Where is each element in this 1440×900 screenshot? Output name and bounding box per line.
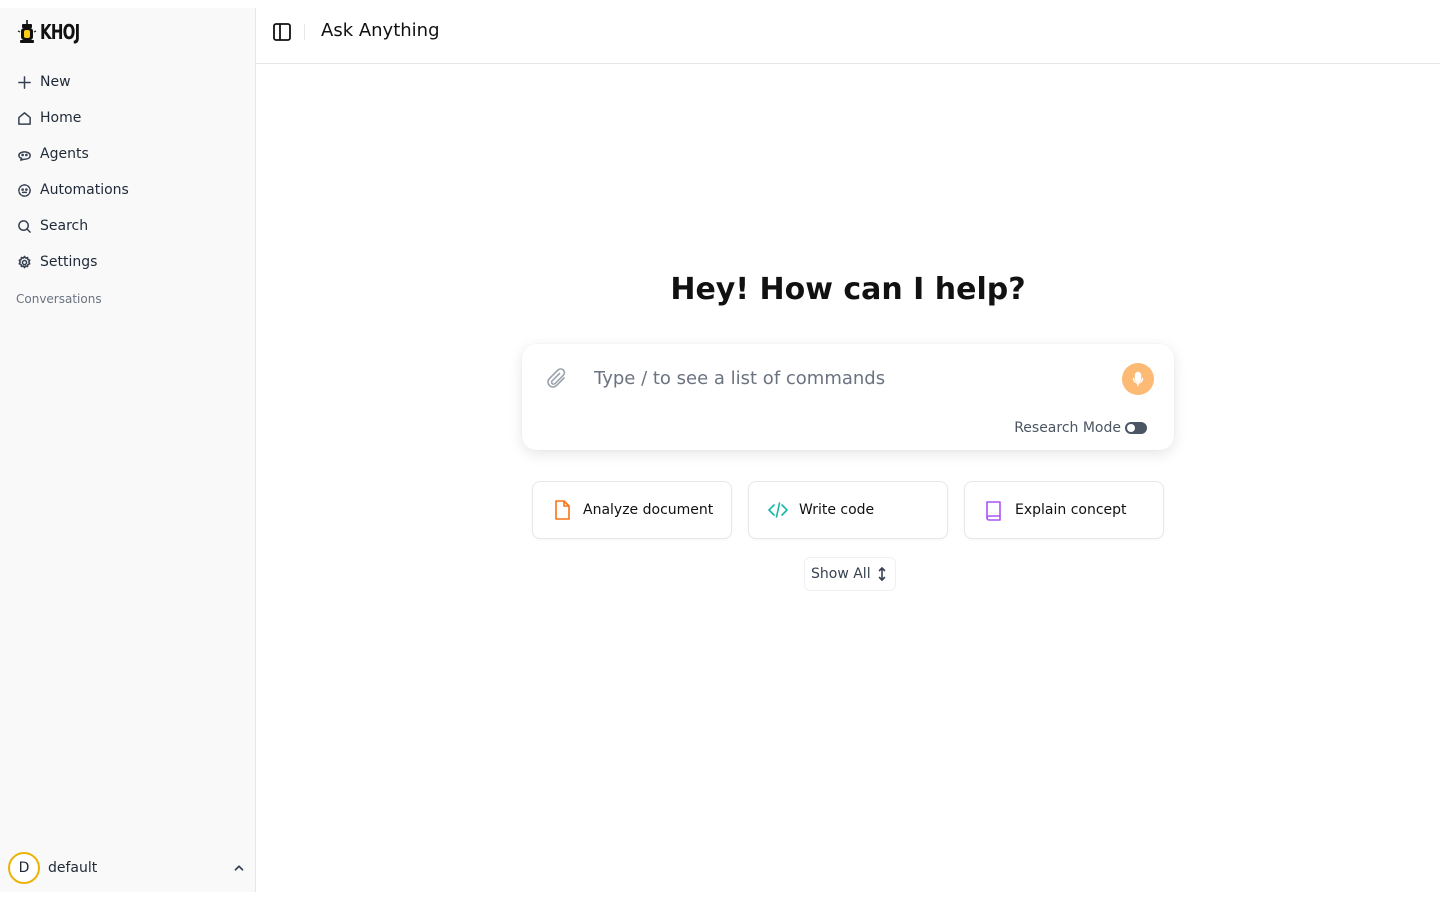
sidebar-item-search[interactable]: Search [0,208,255,244]
user-menu[interactable]: D default [8,852,248,884]
sidebar-item-settings[interactable]: Settings [0,244,255,280]
logo[interactable]: KHOJ [16,18,93,46]
sidebar-item-label: Settings [40,254,98,270]
chevron-up-icon[interactable] [232,860,248,876]
sidebar: KHOJ New Home Agents Automations Search … [0,8,256,892]
chat-input-box: Research Mode [522,344,1174,450]
sidebar-item-automations[interactable]: Automations [0,172,255,208]
greeting-heading: Hey! How can I help? [670,272,1026,307]
conversations-label: Conversations [16,292,102,306]
suggestion-write-code[interactable]: Write code [748,481,948,539]
sidebar-item-label: Agents [40,146,89,162]
research-mode: Research Mode [1014,420,1147,436]
suggestion-label: Write code [799,502,875,518]
automation-icon [16,182,32,198]
header: Ask Anything [256,0,1440,64]
research-mode-label: Research Mode [1014,420,1121,436]
expand-vertical-icon [878,567,885,581]
sidebar-toggle-icon[interactable] [272,22,292,42]
chat-input[interactable] [594,362,1114,394]
document-icon [551,499,573,521]
show-all-label: Show All [811,566,871,582]
suggestion-cards: Analyze document Write code Explain conc… [532,481,1164,539]
user-name: default [48,860,98,876]
header-divider [304,24,305,40]
suggestion-explain-concept[interactable]: Explain concept [964,481,1164,539]
main-content: Hey! How can I help? Research Mode Analy… [256,64,1440,900]
avatar: D [8,852,40,884]
suggestion-label: Analyze document [583,502,714,518]
gear-icon [16,254,32,270]
sidebar-item-label: New [40,74,71,90]
home-icon [16,110,32,126]
search-icon [16,218,32,234]
paperclip-icon[interactable] [544,366,570,392]
suggestion-analyze-document[interactable]: Analyze document [532,481,732,539]
sidebar-item-label: Home [40,110,82,126]
agent-icon [16,146,32,162]
microphone-button[interactable] [1122,363,1154,395]
research-mode-toggle[interactable] [1125,422,1147,434]
suggestion-label: Explain concept [1015,502,1127,518]
microphone-icon [1132,371,1144,387]
toggle-knob [1127,424,1135,432]
sidebar-item-label: Search [40,218,89,234]
lamp-logo-icon [17,20,37,43]
code-icon [767,499,789,521]
sidebar-item-home[interactable]: Home [0,100,255,136]
logo-text: KHOJ [40,20,80,44]
sidebar-nav: New Home Agents Automations Search Setti… [0,64,255,280]
show-all-button[interactable]: Show All [804,557,896,591]
plus-icon [16,74,32,90]
sidebar-item-agents[interactable]: Agents [0,136,255,172]
sidebar-item-new[interactable]: New [0,64,255,100]
sidebar-item-label: Automations [40,182,129,198]
book-icon [983,499,1005,521]
page-title: Ask Anything [321,20,440,41]
